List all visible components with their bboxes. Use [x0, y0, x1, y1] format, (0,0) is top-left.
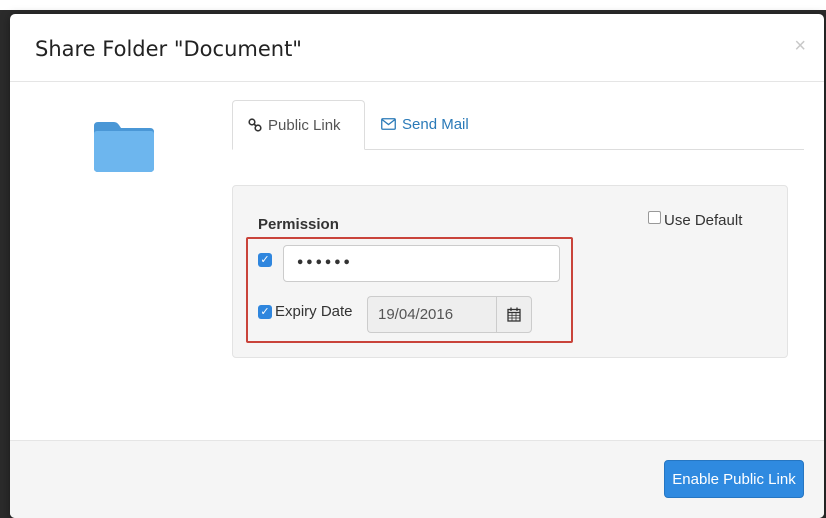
tab-send-mail-label: Send Mail [402, 115, 469, 133]
dialog-header: Share Folder "Document" × [10, 14, 824, 82]
permission-heading: Permission [258, 216, 339, 233]
share-tabs: Public Link Send Mail [232, 100, 804, 150]
expiry-date-input[interactable]: 19/04/2016 [367, 296, 496, 333]
use-default-option[interactable]: Use Default [648, 211, 743, 229]
use-default-label: Use Default [664, 212, 743, 229]
permission-panel: Permission Use Default ✓ •••••• ✓ Expiry… [232, 185, 788, 358]
backdrop-top-edge [0, 0, 826, 10]
dialog-footer: Enable Public Link [10, 440, 824, 518]
calendar-icon [507, 307, 521, 322]
expiry-date-group: 19/04/2016 [367, 296, 532, 333]
tab-public-link-label: Public Link [268, 116, 341, 134]
enable-public-link-button[interactable]: Enable Public Link [664, 460, 804, 498]
calendar-button[interactable] [496, 296, 532, 333]
password-checkbox[interactable]: ✓ [258, 253, 272, 267]
envelope-icon [381, 118, 396, 130]
expiry-date-label: Expiry Date [275, 303, 353, 320]
share-folder-dialog: Share Folder "Document" × Public Link Se… [10, 14, 824, 518]
close-icon[interactable]: × [794, 36, 806, 56]
folder-icon [94, 122, 154, 172]
tab-send-mail[interactable]: Send Mail [366, 100, 484, 148]
expiry-checkbox[interactable]: ✓ [258, 305, 272, 319]
dialog-title: Share Folder "Document" [35, 37, 302, 61]
link-icon [248, 118, 262, 132]
tab-public-link[interactable]: Public Link [232, 100, 365, 150]
password-input[interactable]: •••••• [283, 245, 560, 282]
use-default-checkbox[interactable] [648, 211, 661, 224]
